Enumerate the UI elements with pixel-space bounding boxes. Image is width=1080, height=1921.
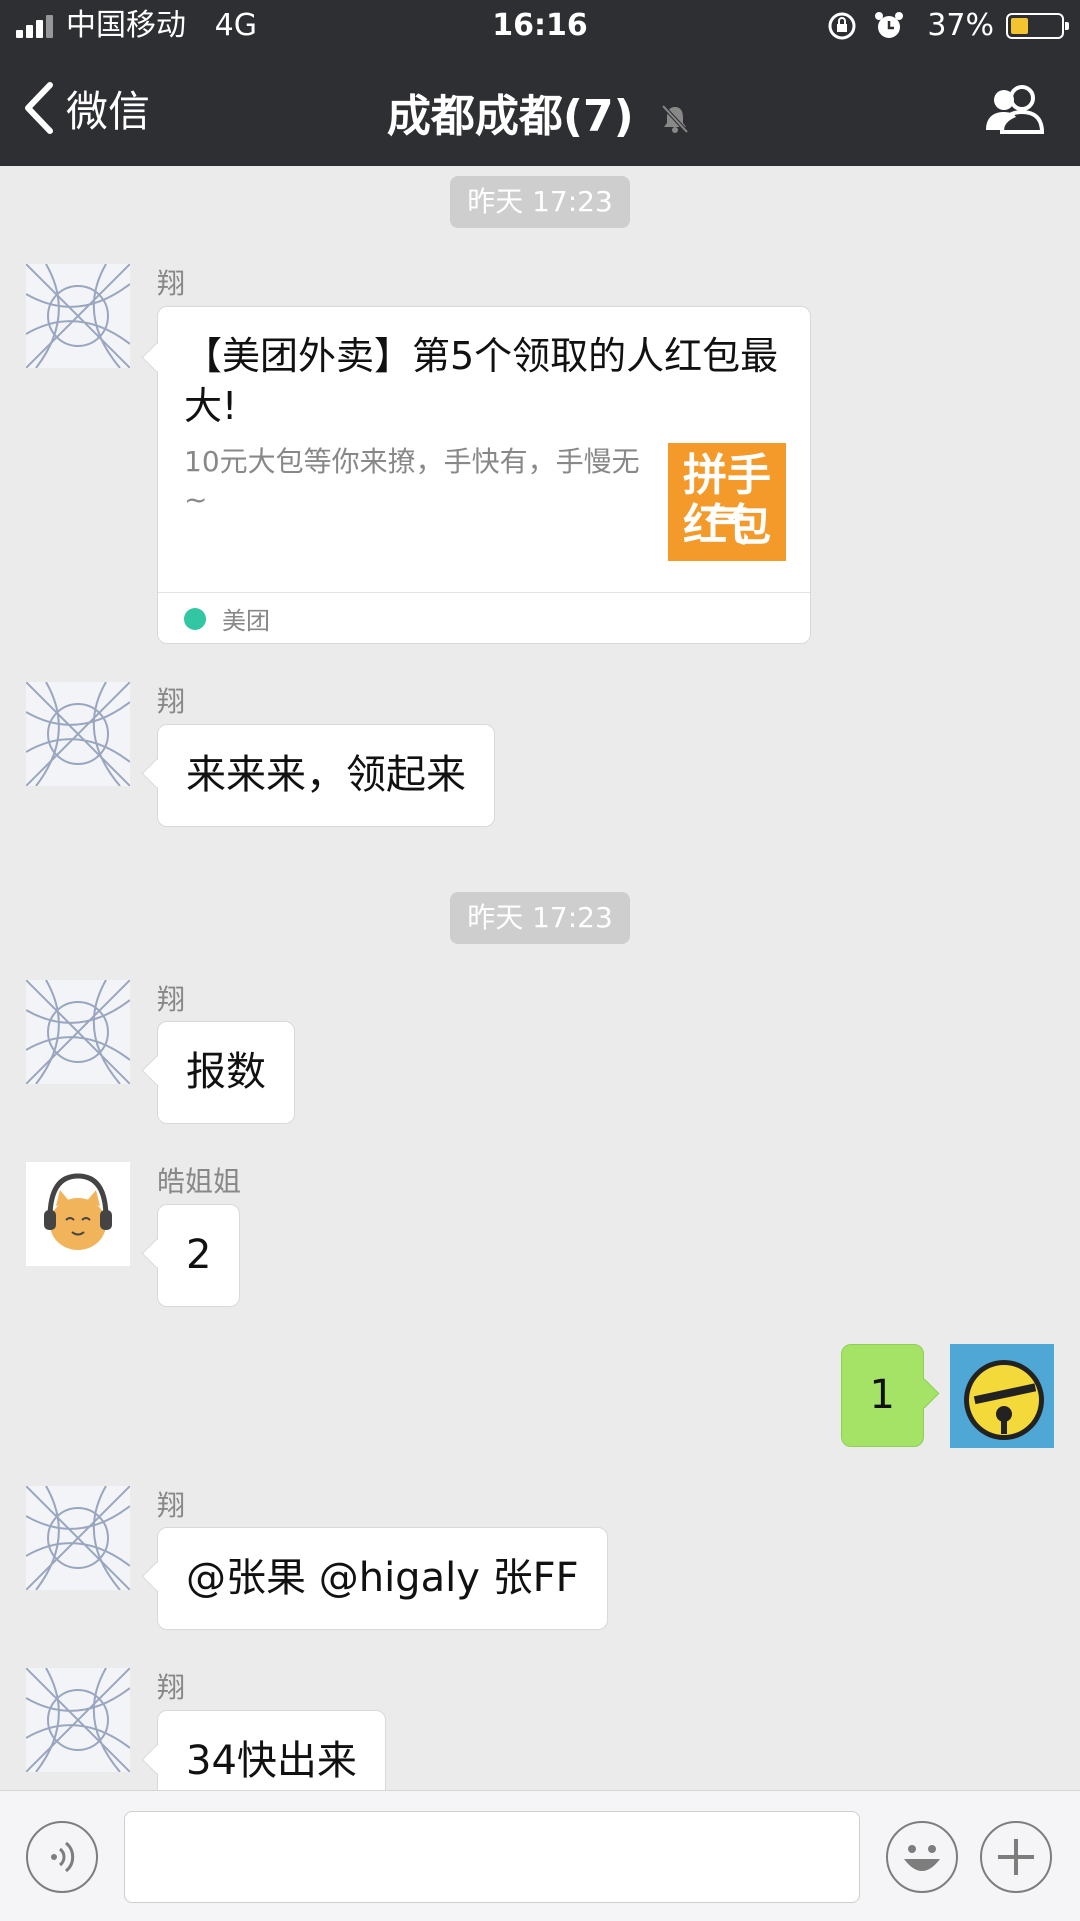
link-card[interactable]: 【美团外卖】第5个领取的人红包最大! 10元大包等你来撩，手快有，手慢无~ 拼手…: [157, 306, 811, 644]
status-bar: 中国移动 4G 16:16 37%: [0, 0, 1080, 52]
mute-bell-icon: [661, 104, 689, 134]
sender-name: 翔: [157, 1671, 186, 1704]
avatar-wireframe-image: [26, 264, 130, 368]
avatar-wireframe-image: [26, 1668, 130, 1772]
rotation-lock-icon: [828, 12, 856, 40]
message-bubble[interactable]: @张果 @higaly 张FF: [157, 1527, 608, 1630]
voice-button[interactable]: [26, 1821, 98, 1893]
message-bubble[interactable]: 报数: [157, 1021, 295, 1124]
sender-name: 翔: [157, 685, 186, 718]
avatar-cat-image: [26, 1162, 130, 1266]
chat-title-text: 成都成都(7): [386, 91, 634, 142]
avatar-wireframe-image: [26, 980, 130, 1084]
card-source: 美团: [222, 607, 270, 635]
sender-name: 翔: [157, 983, 186, 1016]
voice-icon: [51, 1841, 75, 1873]
meituan-icon: [184, 608, 206, 630]
message-bubble[interactable]: 2: [157, 1204, 241, 1307]
emoji-button[interactable]: [886, 1821, 958, 1893]
more-button[interactable]: [980, 1821, 1052, 1893]
message-bubble[interactable]: 来来来，领起来: [157, 724, 495, 827]
input-bar: [0, 1790, 1080, 1921]
smiley-icon: [904, 1845, 940, 1871]
timestamp: 昨天 17:23: [450, 176, 630, 228]
avatar-wireframe-image: [26, 1486, 130, 1590]
sender-name: 翔: [157, 1489, 186, 1522]
card-title: 【美团外卖】第5个领取的人红包最大!: [184, 334, 779, 428]
sender-name: 皓姐姐: [157, 1165, 242, 1198]
status-time: 16:16: [492, 8, 588, 43]
avatar[interactable]: [26, 1486, 130, 1590]
avatar[interactable]: [26, 1162, 130, 1266]
avatar[interactable]: [26, 682, 130, 786]
card-thumbnail: 拼手气 红包: [668, 443, 786, 561]
my-message-bubble[interactable]: 1: [840, 1344, 924, 1447]
avatar-bell-image: [950, 1344, 1054, 1448]
thumb-text-line: 红包: [683, 500, 771, 551]
card-description: 10元大包等你来撩，手快有，手慢无~: [184, 445, 640, 516]
battery-percent: 37%: [927, 8, 994, 43]
timestamp: 昨天 17:23: [450, 892, 630, 944]
top-bar: 中国移动 4G 16:16 37% 微信 成都成都(7): [0, 0, 1080, 166]
card-footer: 美团: [158, 592, 810, 643]
nav-bar: 微信 成都成都(7): [0, 52, 1080, 166]
avatar[interactable]: [26, 980, 130, 1084]
my-avatar[interactable]: [950, 1344, 1054, 1448]
chat-title: 成都成都(7): [0, 80, 1080, 144]
avatar-wireframe-image: [26, 682, 130, 786]
avatar[interactable]: [26, 264, 130, 368]
group-members-icon[interactable]: [984, 84, 1046, 134]
plus-icon: [998, 1839, 1034, 1875]
avatar[interactable]: [26, 1668, 130, 1772]
message-input[interactable]: [124, 1811, 860, 1903]
alarm-icon: [875, 12, 903, 38]
battery-icon: [1006, 13, 1069, 39]
sender-name: 翔: [157, 267, 186, 300]
